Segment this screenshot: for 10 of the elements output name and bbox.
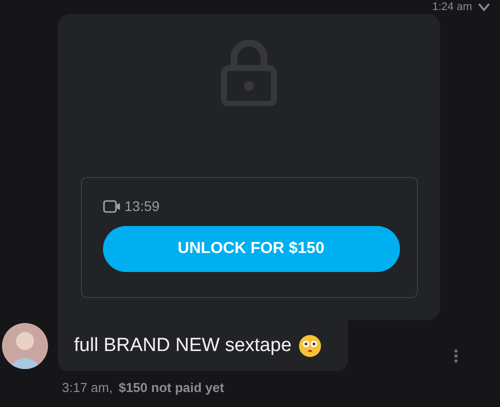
flushed-emoji-icon [298, 334, 322, 358]
more-options-icon[interactable] [454, 348, 458, 362]
message-time: 1:24 am [432, 2, 472, 12]
video-duration: 13:59 [124, 198, 160, 214]
message-text: full BRAND NEW sextape [74, 334, 292, 356]
unlock-button[interactable]: UNLOCK FOR $150 [102, 226, 400, 272]
payment-status: $150 not paid yet [118, 380, 224, 395]
message-time: 3:17 am, [62, 380, 113, 395]
avatar[interactable] [2, 322, 48, 368]
video-camera-icon [102, 200, 120, 212]
